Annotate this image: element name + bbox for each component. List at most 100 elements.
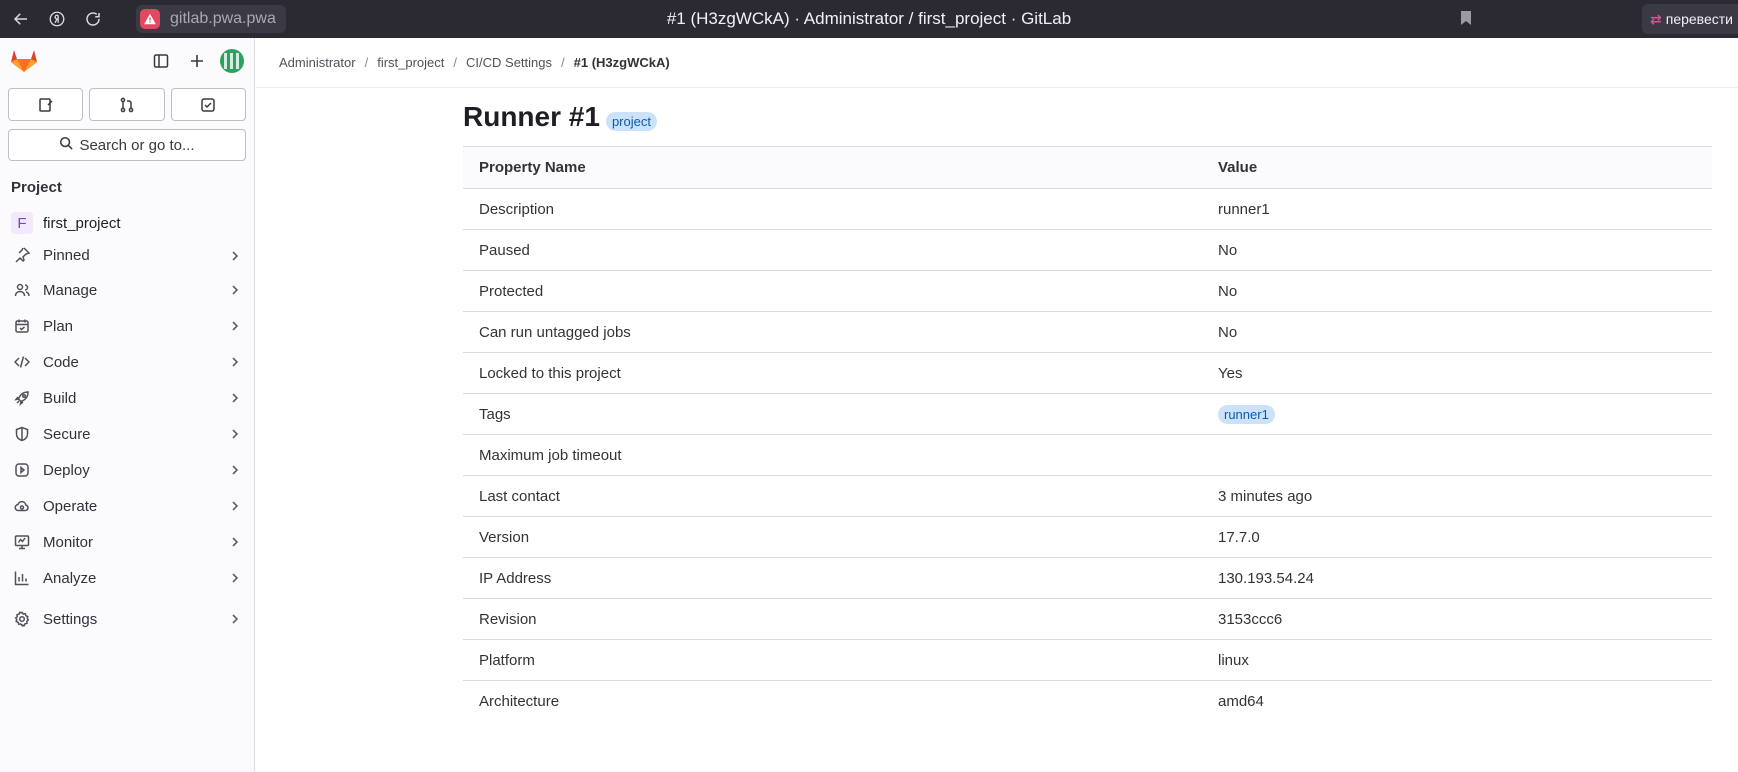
sidebar-item-label: Manage xyxy=(43,281,98,299)
toggle-sidebar-icon[interactable] xyxy=(148,48,174,74)
sidebar-item-analyze[interactable]: Analyze xyxy=(0,560,254,596)
chevron-right-icon xyxy=(230,283,240,300)
sidebar-item-label: Analyze xyxy=(43,569,97,587)
property-name: Revision xyxy=(463,598,1218,640)
property-name: Version xyxy=(463,516,1218,558)
property-value: 17.7.0 xyxy=(1218,516,1712,558)
sidebar-section-title: Project xyxy=(11,179,62,196)
breadcrumb-separator: / xyxy=(453,55,458,70)
breadcrumb-separator: / xyxy=(364,55,369,70)
todo-button[interactable] xyxy=(170,88,246,121)
yandex-icon[interactable] xyxy=(42,4,72,34)
table-row: Maximum job timeout xyxy=(463,434,1712,476)
table-header-row: Property Name Value xyxy=(463,146,1712,189)
table-row: Paused No xyxy=(463,229,1712,271)
sidebar-item-manage[interactable]: Manage xyxy=(0,272,254,308)
search-button[interactable]: Search or go to... xyxy=(8,129,246,161)
cloud-icon xyxy=(13,497,31,515)
translate-button[interactable]: ⇄ перевести xyxy=(1642,4,1738,34)
table-row: IP Address 130.193.54.24 xyxy=(463,557,1712,599)
property-name: Architecture xyxy=(479,692,560,710)
table-row: Can run untagged jobs No xyxy=(463,311,1712,353)
sidebar-item-label: Pinned xyxy=(43,246,90,264)
chevron-right-icon xyxy=(230,612,240,629)
address-bar[interactable]: gitlab.pwa.pwa xyxy=(136,5,286,33)
sidebar-item-label: Deploy xyxy=(43,461,90,479)
property-name: IP Address xyxy=(463,557,1218,599)
chevron-right-icon xyxy=(230,571,240,588)
sidebar-project-link[interactable]: F first_project xyxy=(0,210,254,236)
monitor-icon xyxy=(13,533,31,551)
property-value: runner1 xyxy=(1218,188,1712,230)
property-name: Maximum job timeout xyxy=(463,434,1218,476)
table-row: Last contact 3 minutes ago xyxy=(463,475,1712,517)
chevron-right-icon xyxy=(230,391,240,408)
sidebar-item-label: Secure xyxy=(43,425,91,443)
property-value: linux xyxy=(1218,639,1712,681)
project-name: first_project xyxy=(43,214,121,232)
chevron-right-icon xyxy=(230,355,240,372)
back-icon[interactable] xyxy=(6,4,36,34)
breadcrumb-item[interactable]: CI/CD Settings xyxy=(466,55,552,70)
property-value xyxy=(1218,434,1712,476)
property-value: No xyxy=(1218,311,1712,353)
column-header-property: Property Name xyxy=(463,146,1218,189)
calendar-icon xyxy=(13,317,31,335)
search-icon xyxy=(59,136,74,154)
property-value: Yes xyxy=(1218,352,1712,394)
chart-icon xyxy=(13,569,31,587)
gitlab-logo-icon[interactable] xyxy=(10,47,38,77)
property-name: Platform xyxy=(463,639,1218,681)
issues-button[interactable] xyxy=(8,88,84,121)
column-header-value: Value xyxy=(1218,146,1712,189)
breadcrumb-item[interactable]: Administrator xyxy=(279,55,356,70)
project-avatar: F xyxy=(11,212,33,234)
rocket-icon xyxy=(13,389,31,407)
chevron-right-icon xyxy=(230,427,240,444)
breadcrumb-item[interactable]: first_project xyxy=(377,55,444,70)
breadcrumb-separator: / xyxy=(561,55,565,70)
property-value: 130.193.54.24 xyxy=(1218,557,1712,599)
property-value: No xyxy=(1218,229,1712,271)
sidebar-item-pinned[interactable]: Pinned xyxy=(0,238,254,272)
property-value: amd64 xyxy=(1218,692,1264,710)
sidebar-item-plan[interactable]: Plan xyxy=(0,308,254,344)
sidebar-item-build[interactable]: Build xyxy=(0,380,254,416)
sidebar-item-operate[interactable]: Operate xyxy=(0,488,254,524)
property-name: Last contact xyxy=(463,475,1218,517)
runner-properties-table: Property Name Value Description runner1 … xyxy=(463,146,1712,722)
settings-icon xyxy=(13,610,31,628)
bookmark-icon[interactable] xyxy=(1459,10,1473,30)
merge-requests-button[interactable] xyxy=(89,88,165,121)
table-row: Revision 3153ccc6 xyxy=(463,598,1712,640)
property-value: runner1 xyxy=(1218,393,1712,435)
table-row: Description runner1 xyxy=(463,188,1712,230)
table-row: Platform linux xyxy=(463,639,1712,681)
sidebar-item-label: Operate xyxy=(43,497,98,515)
sidebar-item-settings[interactable]: Settings xyxy=(0,601,254,637)
chevron-right-icon xyxy=(230,463,240,480)
sidebar-item-monitor[interactable]: Monitor xyxy=(0,524,254,560)
pin-icon xyxy=(13,246,31,264)
sidebar-item-deploy[interactable]: Deploy xyxy=(0,452,254,488)
sidebar-item-code[interactable]: Code xyxy=(0,344,254,380)
chevron-right-icon xyxy=(230,249,240,266)
property-value: No xyxy=(1218,270,1712,312)
reload-icon[interactable] xyxy=(78,4,108,34)
table-row: Locked to this project Yes xyxy=(463,352,1712,394)
sidebar-item-label: Settings xyxy=(43,610,98,628)
user-avatar[interactable] xyxy=(220,49,244,73)
sidebar-item-label: Plan xyxy=(43,317,74,335)
runner-type-badge: project xyxy=(605,111,657,131)
table-row: Architecture amd64 xyxy=(463,681,1712,722)
users-icon xyxy=(13,281,31,299)
property-name: Protected xyxy=(463,270,1218,312)
sidebar-item-secure[interactable]: Secure xyxy=(0,416,254,452)
chevron-right-icon xyxy=(230,535,240,552)
table-row: Protected No xyxy=(463,270,1712,312)
property-name: Can run untagged jobs xyxy=(463,311,1218,353)
create-new-icon[interactable] xyxy=(184,48,210,74)
shield-icon xyxy=(13,425,31,443)
property-name: Tags xyxy=(463,393,1218,435)
breadcrumb-current[interactable]: #1 (H3zgWCkA) xyxy=(574,55,670,70)
